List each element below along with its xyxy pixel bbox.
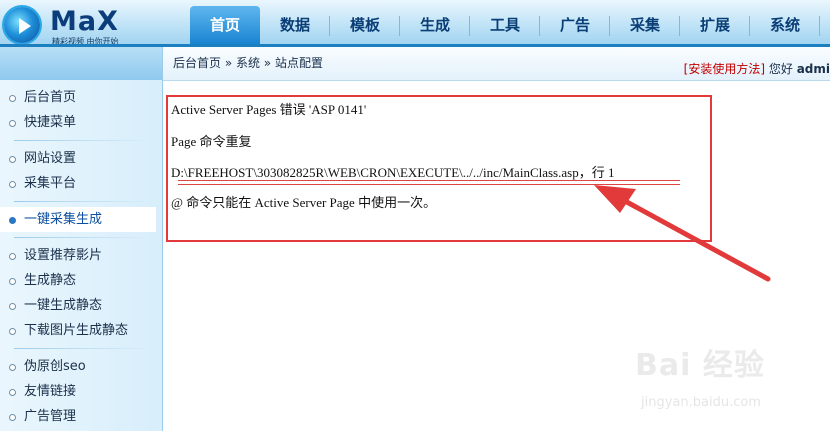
sidebar-divider — [14, 201, 152, 202]
nav-tab-system[interactable]: 系统 — [750, 6, 820, 44]
sidebar-item-generate-static[interactable]: 生成静态 — [0, 268, 162, 293]
nav-tab-collect[interactable]: 采集 — [610, 6, 680, 44]
sidebar-item-shortcuts[interactable]: 快捷菜单 — [0, 110, 162, 135]
sidebar-item-download-images[interactable]: 下载图片生成静态 — [0, 318, 162, 343]
breadcrumb[interactable]: 后台首页 » 系统 » 站点配置 — [173, 47, 323, 80]
sidebar-item-label: 伪原创seo — [24, 359, 86, 374]
main-nav: 首页 数据 模板 生成 工具 广告 采集 扩展 系统 — [190, 6, 820, 46]
bullet-icon — [9, 95, 16, 102]
user-greeting: 您好 — [768, 62, 793, 76]
site-logo[interactable]: MaX 精彩视频 由你开始 — [2, 6, 162, 46]
user-area: [安装使用方法] 您好 admi — [684, 60, 830, 77]
bullet-icon — [9, 156, 16, 163]
user-name: admi — [796, 62, 830, 76]
bullet-icon — [9, 217, 16, 224]
nav-tab-generate[interactable]: 生成 — [400, 6, 470, 44]
bullet-icon — [9, 181, 16, 188]
nav-tab-tools[interactable]: 工具 — [470, 6, 540, 44]
nav-tab-data[interactable]: 数据 — [260, 6, 330, 44]
sidebar-group-1: 后台首页 快捷菜单 — [0, 80, 162, 135]
sidebar-group-2: 网站设置 采集平台 — [0, 146, 162, 196]
sidebar-item-friend-links[interactable]: 友情链接 — [0, 379, 162, 404]
sidebar-item-label: 广告管理 — [24, 409, 77, 424]
bullet-icon — [9, 278, 16, 285]
sidebar-item-label: 快捷菜单 — [24, 115, 77, 130]
sidebar-divider — [14, 237, 152, 238]
sidebar-item-label: 设置推荐影片 — [24, 248, 103, 263]
sidebar-group-4: 设置推荐影片 生成静态 一键生成静态 下载图片生成静态 — [0, 243, 162, 343]
nav-tab-extend[interactable]: 扩展 — [680, 6, 750, 44]
watermark-text: Bai 经验 — [635, 348, 765, 383]
bullet-icon — [9, 389, 16, 396]
watermark-url: jingyan.baidu.com — [641, 395, 761, 410]
logo-play-icon — [4, 7, 40, 43]
install-help-link[interactable]: [安装使用方法] — [684, 62, 765, 76]
top-header: MaX 精彩视频 由你开始 首页 数据 模板 生成 工具 广告 采集 扩展 系统 — [0, 0, 830, 46]
sidebar-item-site-settings[interactable]: 网站设置 — [0, 146, 162, 171]
nav-tab-template[interactable]: 模板 — [330, 6, 400, 44]
logo-text: MaX — [50, 6, 119, 37]
bullet-icon — [9, 414, 16, 421]
sidebar-item-one-click-static[interactable]: 一键生成静态 — [0, 293, 162, 318]
sidebar-item-label: 友情链接 — [24, 384, 77, 399]
sidebar-header — [0, 47, 162, 80]
nav-tab-ads[interactable]: 广告 — [540, 6, 610, 44]
bullet-icon — [9, 120, 16, 127]
sidebar-group-5: 伪原创seo 友情链接 广告管理 — [0, 354, 162, 429]
sidebar-item-label: 采集平台 — [24, 176, 77, 191]
nav-tab-home[interactable]: 首页 — [190, 6, 260, 44]
sidebar-group-3: 一键采集生成 — [0, 207, 162, 232]
baidu-watermark: Bai 经验 jingyan.baidu.com — [635, 340, 825, 430]
sidebar: 后台首页 快捷菜单 网站设置 采集平台 一键采集生成 设置推荐影片 生成静态 一… — [0, 47, 163, 431]
sidebar-divider — [14, 348, 152, 349]
sidebar-item-recommend[interactable]: 设置推荐影片 — [0, 243, 162, 268]
bullet-icon — [9, 253, 16, 260]
annotation-arrow-icon — [594, 185, 771, 282]
sidebar-divider — [14, 140, 152, 141]
breadcrumb-bar: 后台首页 » 系统 » 站点配置 [安装使用方法] 您好 admi — [163, 47, 830, 81]
sidebar-item-label: 一键生成静态 — [24, 298, 103, 313]
bullet-icon — [9, 328, 16, 335]
sidebar-item-label: 生成静态 — [24, 273, 77, 288]
sidebar-item-home[interactable]: 后台首页 — [0, 85, 162, 110]
sidebar-item-label: 后台首页 — [24, 90, 77, 105]
sidebar-item-label: 一键采集生成 — [24, 212, 103, 227]
sidebar-item-label: 下载图片生成静态 — [24, 323, 129, 338]
sidebar-item-one-click-collect[interactable]: 一键采集生成 — [0, 207, 156, 232]
sidebar-item-label: 网站设置 — [24, 151, 77, 166]
sidebar-item-seo[interactable]: 伪原创seo — [0, 354, 162, 379]
bullet-icon — [9, 303, 16, 310]
bullet-icon — [9, 364, 16, 371]
sidebar-item-collect-platform[interactable]: 采集平台 — [0, 171, 162, 196]
sidebar-item-ad-management[interactable]: 广告管理 — [0, 404, 162, 429]
